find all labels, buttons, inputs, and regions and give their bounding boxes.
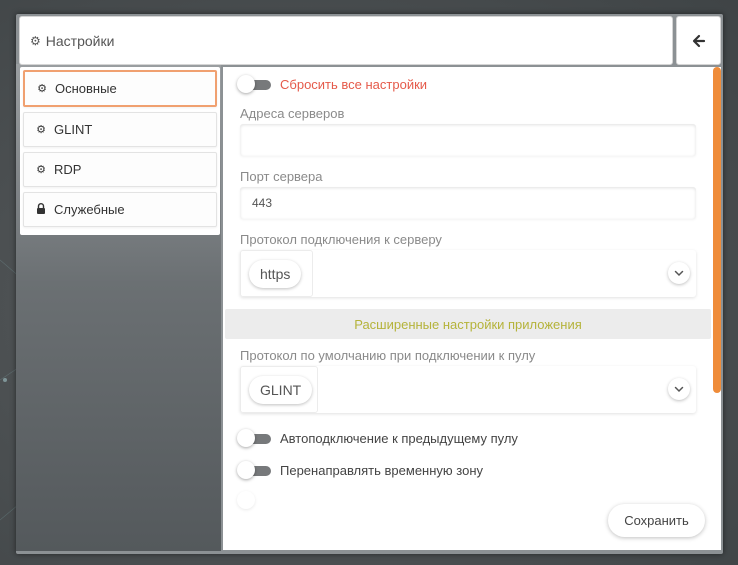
chevron-down-icon[interactable] <box>668 262 690 284</box>
page-title: Настройки <box>45 32 115 49</box>
gear-icon: ⚙ <box>30 33 41 48</box>
gear-icon: ⚙ <box>36 124 46 136</box>
sidebar-item-label: Основные <box>55 81 117 96</box>
reset-toggle[interactable] <box>237 75 271 93</box>
timezone-toggle[interactable] <box>237 461 271 479</box>
default-protocol-label: Протокол по умолчанию при подключении к … <box>240 348 536 363</box>
arrow-left-icon <box>692 34 705 47</box>
servers-input[interactable] <box>240 124 696 156</box>
partial-toggle[interactable] <box>237 491 271 509</box>
gear-icon: ⚙ <box>36 164 46 176</box>
default-protocol-select[interactable]: GLINT <box>240 366 696 413</box>
sidebar-item-label: Служебные <box>54 202 125 217</box>
sidebar-item-service[interactable]: Служебные <box>23 192 217 227</box>
sidebar-item-glint[interactable]: ⚙ GLINT <box>23 112 217 147</box>
back-button[interactable] <box>676 16 721 65</box>
sidebar-item-rdp[interactable]: ⚙ RDP <box>23 152 217 187</box>
save-button[interactable]: Сохранить <box>608 504 705 537</box>
lock-icon <box>34 202 48 217</box>
advanced-section-header[interactable]: Расширенные настройки приложения <box>225 309 711 339</box>
sidebar-item-basic[interactable]: ⚙ Основные <box>23 70 217 107</box>
port-label: Порт сервера <box>240 169 323 184</box>
sidebar-item-label: GLINT <box>54 122 93 137</box>
port-input[interactable]: 443 <box>240 187 696 219</box>
protocol-value: https <box>249 259 302 288</box>
content-scrollbar[interactable] <box>713 67 721 393</box>
settings-header: ⚙ Настройки <box>19 16 673 65</box>
timezone-label: Перенаправлять временную зону <box>280 463 483 478</box>
gear-icon: ⚙ <box>37 83 47 95</box>
settings-sidebar: ⚙ Основные ⚙ GLINT ⚙ RDP Служебные <box>20 67 220 235</box>
settings-content: Сбросить все настройки Адреса серверов П… <box>223 67 721 550</box>
servers-label: Адреса серверов <box>240 106 345 121</box>
autoconnect-label: Автоподключение к предыдущему пулу <box>280 431 518 446</box>
sidebar-item-label: RDP <box>54 162 82 177</box>
reset-toggle-label: Сбросить все настройки <box>280 77 428 92</box>
autoconnect-toggle[interactable] <box>237 429 271 447</box>
protocol-select[interactable]: https <box>240 250 696 297</box>
chevron-down-icon[interactable] <box>668 378 690 400</box>
protocol-label: Протокол подключения к серверу <box>240 232 442 247</box>
default-protocol-value: GLINT <box>249 375 313 404</box>
